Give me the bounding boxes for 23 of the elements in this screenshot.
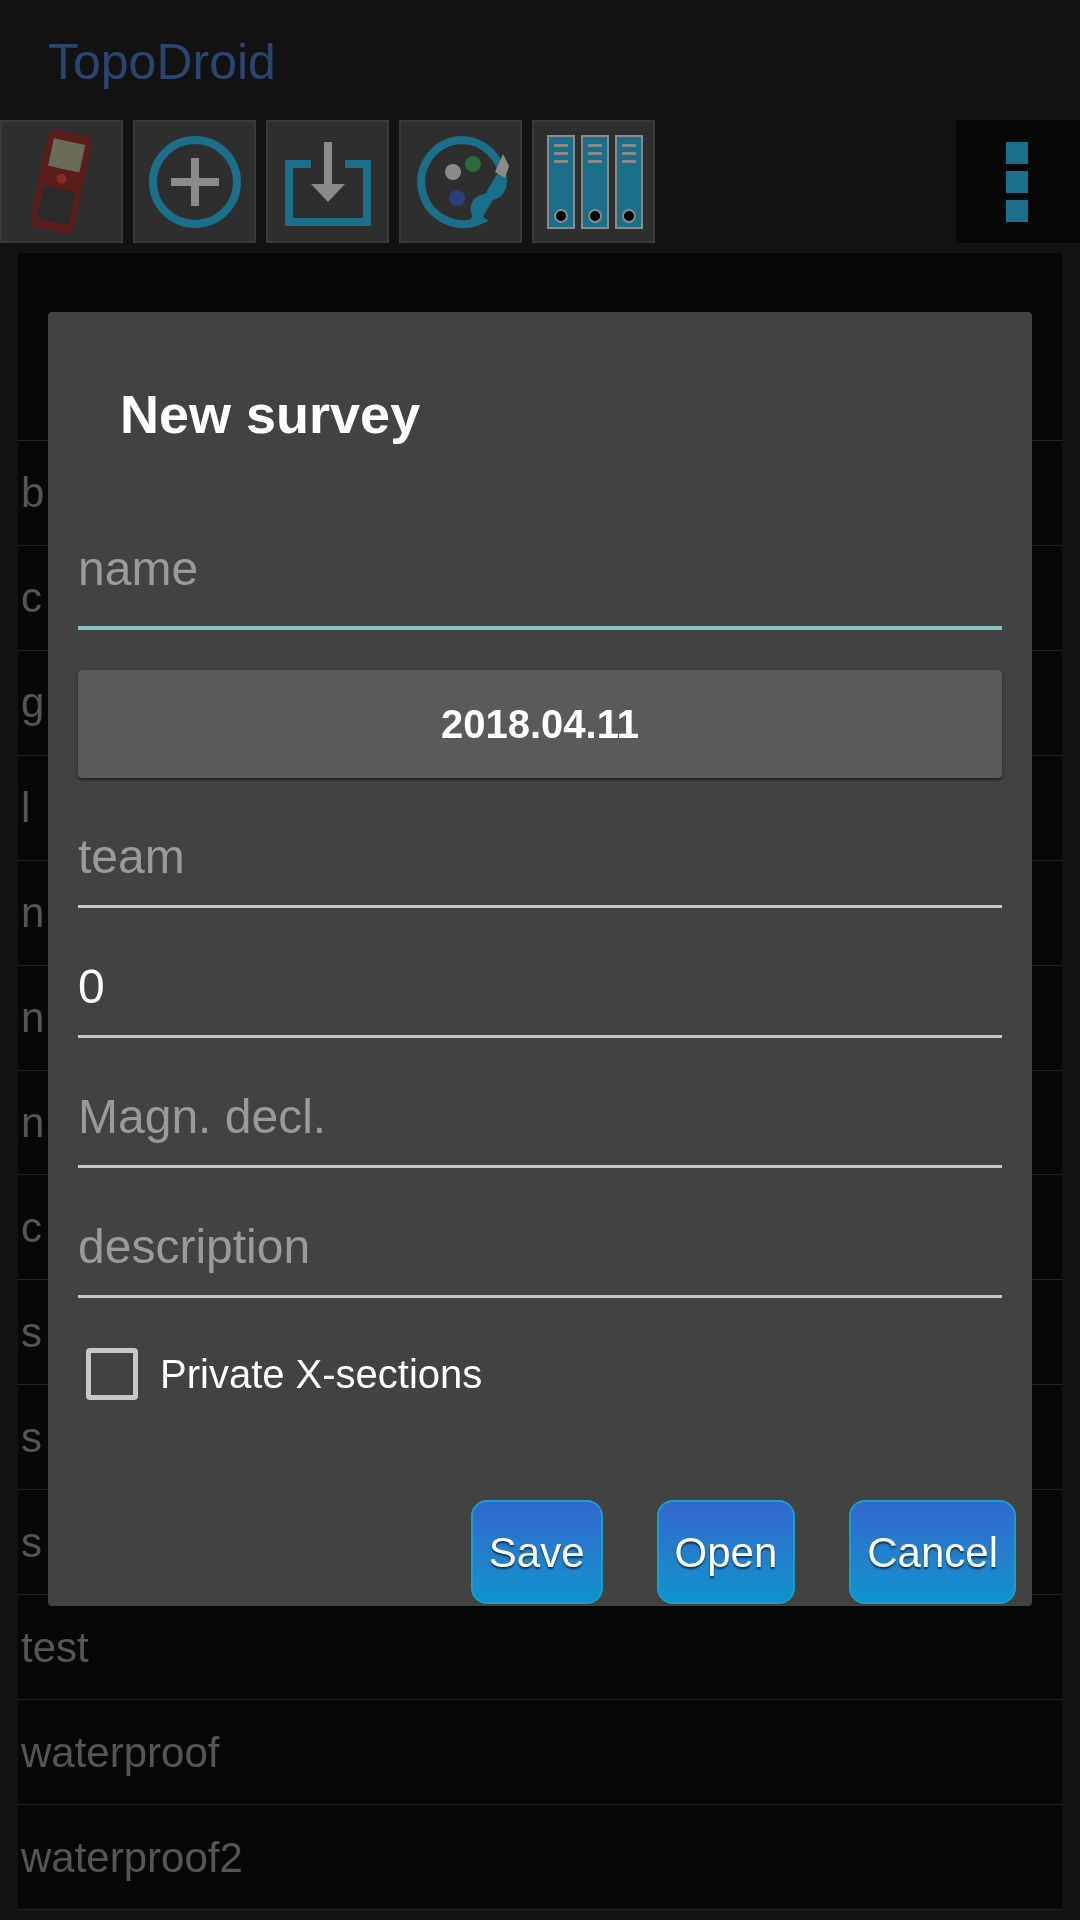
add-circle-icon <box>146 133 243 230</box>
dialog-button[interactable]: Cancel <box>849 1500 1016 1604</box>
checkbox-label: Private X-sections <box>160 1351 483 1398</box>
app-title: TopoDroid <box>48 33 276 92</box>
toolbar-button[interactable] <box>133 120 256 243</box>
dialog-button[interactable]: Open <box>656 1500 796 1604</box>
survey-list-item[interactable]: waterproof <box>18 1700 1062 1806</box>
checkbox[interactable] <box>86 1348 138 1400</box>
overflow-menu-button[interactable] <box>956 120 1080 243</box>
text-input-field[interactable]: name <box>78 480 1002 630</box>
date-button[interactable]: 2018.04.11 <box>78 670 1002 778</box>
toolbar-button[interactable] <box>266 120 389 243</box>
toolbar-button[interactable] <box>399 120 522 243</box>
toolbar-button[interactable] <box>0 120 123 243</box>
text-input-field[interactable]: Magn. decl. <box>78 1038 1002 1168</box>
toolbar-button[interactable] <box>532 120 655 243</box>
survey-list-item[interactable]: waterproof2 <box>18 1805 1062 1910</box>
text-input-field[interactable]: 0 <box>78 908 1002 1038</box>
dialog-title: New survey <box>120 384 421 444</box>
dialog-button[interactable]: Save <box>470 1500 603 1604</box>
more-vertical-icon <box>1006 141 1030 222</box>
text-input-field[interactable]: description <box>78 1168 1002 1298</box>
text-input-field[interactable]: team <box>78 778 1002 908</box>
